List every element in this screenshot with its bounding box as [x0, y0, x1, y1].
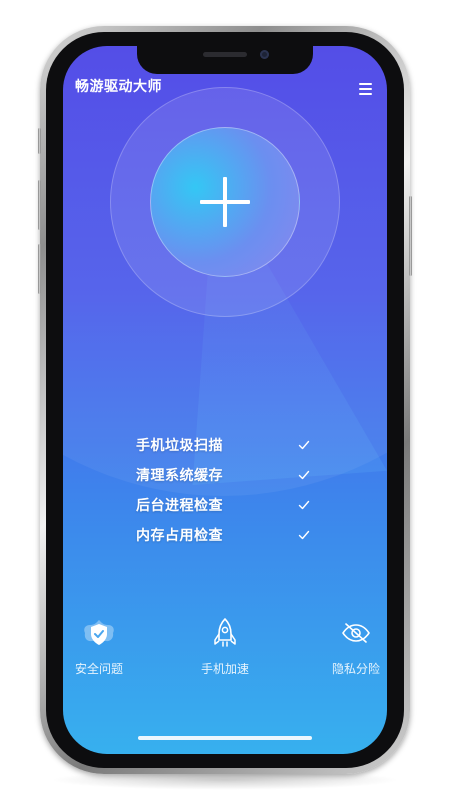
- checklist-item-label: 清理系统缓存: [136, 468, 223, 484]
- volume-up-button: [38, 180, 41, 230]
- app-screen: 畅游驱动大师 手机垃圾扫描 清理系统缓存 后台进程检查 内存占用检查 安全问题 …: [63, 46, 387, 754]
- scan-button[interactable]: [150, 127, 300, 277]
- power-button: [409, 196, 412, 276]
- rocket-icon: [214, 618, 236, 647]
- checklist-item: 内存占用检查: [136, 521, 316, 551]
- checkmark-icon: [298, 440, 310, 450]
- shield-check-icon: [84, 620, 114, 645]
- front-camera: [260, 50, 269, 59]
- app-title: 畅游驱动大师: [75, 79, 162, 95]
- page: 畅游驱动大师 手机垃圾扫描 清理系统缓存 后台进程检查 内存占用检查 安全问题 …: [0, 0, 450, 812]
- checkmark-icon: [298, 470, 310, 480]
- nav-label-privacy: 隐私分险: [331, 662, 380, 676]
- nav-label-security: 安全问题: [74, 662, 123, 676]
- speaker-grille: [203, 52, 247, 57]
- mute-switch: [38, 128, 41, 154]
- nav-item-security[interactable]: 安全问题: [63, 616, 144, 677]
- checkmark-icon: [298, 500, 310, 510]
- checkmark-icon: [298, 530, 310, 540]
- plus-icon: [200, 177, 250, 227]
- scan-checklist: 手机垃圾扫描 清理系统缓存 后台进程检查 内存占用检查: [136, 431, 316, 551]
- checklist-item-label: 后台进程检查: [136, 498, 223, 514]
- checklist-item-label: 手机垃圾扫描: [136, 438, 223, 454]
- home-indicator[interactable]: [138, 736, 312, 740]
- checklist-item: 手机垃圾扫描: [136, 431, 316, 461]
- eye-off-icon: [342, 623, 370, 643]
- nav-item-boost[interactable]: 手机加速: [180, 616, 270, 677]
- checklist-item: 后台进程检查: [136, 491, 316, 521]
- bottom-nav: 安全问题 手机加速 隐私分险: [63, 616, 387, 686]
- checklist-item-label: 内存占用检查: [136, 528, 223, 544]
- nav-label-boost: 手机加速: [200, 662, 249, 676]
- nav-item-privacy[interactable]: 隐私分险: [311, 616, 387, 677]
- phone-notch: [137, 44, 313, 74]
- checklist-item: 清理系统缓存: [136, 461, 316, 491]
- volume-down-button: [38, 244, 41, 294]
- hamburger-menu-icon[interactable]: [359, 83, 372, 95]
